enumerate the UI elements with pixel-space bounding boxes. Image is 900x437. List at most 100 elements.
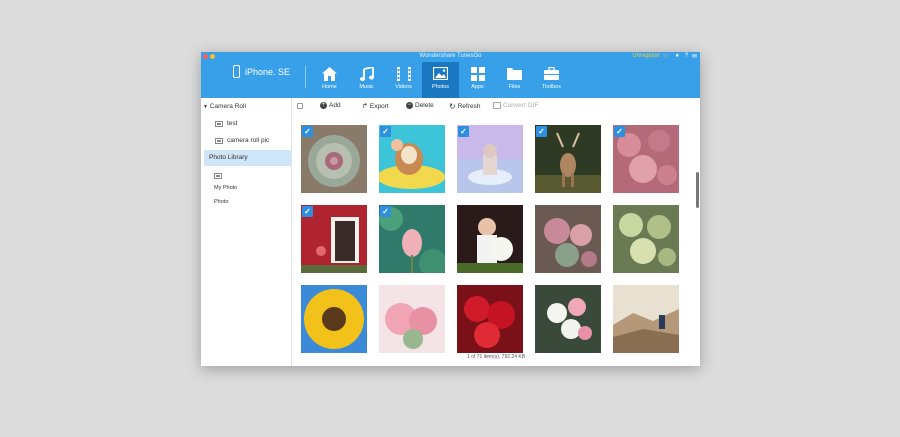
export-button[interactable]: ↱ Export xyxy=(362,102,389,111)
red-roses-image xyxy=(457,285,523,353)
feedback-icon[interactable]: ✉ xyxy=(692,53,697,60)
sidebar-item-camera-roll-pic[interactable]: camera roll pic xyxy=(215,137,269,144)
photo-thumbnail[interactable]: ✓ xyxy=(379,205,445,273)
photo-thumbnail[interactable] xyxy=(535,205,601,273)
disclosure-triangle-icon[interactable]: ▼ xyxy=(203,104,208,110)
photo-thumbnail[interactable] xyxy=(301,285,367,353)
photo-checkbox-checked[interactable]: ✓ xyxy=(536,126,547,137)
photo-checkbox-checked[interactable]: ✓ xyxy=(458,126,469,137)
music-icon xyxy=(359,65,374,82)
sidebar-item-test[interactable]: test xyxy=(215,120,237,127)
photo-thumbnail[interactable]: ✓ xyxy=(301,205,367,273)
pink-roses-image xyxy=(379,285,445,353)
sidebar-item-label: Photo xyxy=(214,199,229,205)
phone-icon xyxy=(233,65,240,78)
sidebar-item-label: test xyxy=(227,120,238,127)
green-succulents-image xyxy=(613,205,679,273)
unregister-link[interactable]: Unregister xyxy=(632,53,660,59)
photo-thumbnail[interactable]: ✓ xyxy=(457,125,523,193)
export-icon: ↱ xyxy=(362,103,368,110)
sidebar-item-label: Photo Library xyxy=(209,154,248,161)
bouquet-image xyxy=(535,285,601,353)
refresh-icon: ↻ xyxy=(449,102,456,111)
device-selector[interactable]: iPhone. SE xyxy=(233,65,290,78)
nav-label: Files xyxy=(508,84,521,90)
nav-toolbox[interactable]: Toolbox xyxy=(533,62,570,98)
scrollbar-thumb[interactable] xyxy=(696,172,699,208)
hiker-image xyxy=(613,285,679,353)
add-icon: + xyxy=(320,102,327,109)
photo-thumbnail[interactable] xyxy=(457,285,523,353)
photo-thumbnail[interactable] xyxy=(535,285,601,353)
sidebar-item-photo-library[interactable]: Photo Library xyxy=(209,154,248,161)
nav-label: Videos xyxy=(395,84,412,90)
videos-icon xyxy=(396,65,411,82)
home-icon xyxy=(322,65,337,82)
nav-home[interactable]: Home xyxy=(311,62,348,98)
nav-label: Toolbox xyxy=(542,84,561,90)
status-bar: 1 of 71 item(s), 792.24 KB xyxy=(466,354,526,360)
photo-thumbnail[interactable]: ✓ xyxy=(379,125,445,193)
nav-files[interactable]: Files xyxy=(496,62,533,98)
app-window: Wondershare TunesGo Unregister 🛒 ● ? ✉ i… xyxy=(201,52,700,366)
toolbar: + Add ↱ Export − Delete ↻ Refresh Conver… xyxy=(292,98,700,115)
sidebar-heading: Camera Roll xyxy=(209,103,246,110)
delete-icon: − xyxy=(406,102,413,109)
user-icon[interactable]: ● xyxy=(675,53,679,59)
nav-label: Photos xyxy=(431,84,450,90)
help-icon[interactable]: ? xyxy=(685,53,688,59)
nav-music[interactable]: Music xyxy=(348,62,385,98)
photo-thumbnail[interactable] xyxy=(379,285,445,353)
photo-checkbox-checked[interactable]: ✓ xyxy=(302,126,313,137)
photo-thumbnail[interactable] xyxy=(613,285,679,353)
photo-thumbnail[interactable] xyxy=(613,205,679,273)
sidebar-item-my-photo[interactable]: My Photo xyxy=(214,185,237,191)
header-bar: Wondershare TunesGo Unregister 🛒 ● ? ✉ i… xyxy=(201,52,700,98)
delete-label: Delete xyxy=(415,102,434,109)
cart-icon[interactable]: 🛒 xyxy=(663,53,670,60)
sidebar-item-label: My Photo xyxy=(214,185,238,191)
add-label: Add xyxy=(329,102,341,109)
export-label: Export xyxy=(369,102,389,110)
photo-checkbox-checked[interactable]: ✓ xyxy=(614,126,625,137)
nav-apps[interactable]: Apps xyxy=(459,62,496,98)
main-nav: Home Music Videos Photos Apps Files Tool… xyxy=(311,62,570,98)
photo-thumbnail[interactable] xyxy=(457,205,523,273)
album-icon xyxy=(214,173,222,179)
succulent-cluster-image xyxy=(535,205,601,273)
sidebar-item-label: camera roll pic xyxy=(227,137,270,144)
select-all-checkbox[interactable] xyxy=(297,103,303,109)
photo-thumbnail[interactable]: ✓ xyxy=(613,125,679,193)
refresh-label: Refresh xyxy=(457,103,481,110)
photo-checkbox-checked[interactable]: ✓ xyxy=(380,206,391,217)
photo-thumbnail[interactable]: ✓ xyxy=(301,125,367,193)
photo-checkbox-checked[interactable]: ✓ xyxy=(380,126,391,137)
files-icon xyxy=(507,65,522,82)
photos-icon xyxy=(433,65,448,82)
nav-label: Home xyxy=(322,84,337,90)
apps-icon xyxy=(470,65,485,82)
sidebar-group-camera-roll[interactable]: ▼ Camera Roll xyxy=(203,103,246,110)
header-divider xyxy=(305,66,306,88)
album-icon xyxy=(215,120,223,127)
gif-icon xyxy=(493,102,501,109)
toolbox-icon xyxy=(544,65,559,82)
girl-with-flowers-image xyxy=(457,205,523,273)
nav-label: Music xyxy=(359,84,374,90)
window-title: Wondershare TunesGo xyxy=(419,53,482,59)
device-name: iPhone. SE xyxy=(245,66,291,77)
add-button[interactable]: + Add xyxy=(320,102,341,109)
nav-label: Apps xyxy=(471,84,484,90)
photo-checkbox-checked[interactable]: ✓ xyxy=(302,206,313,217)
sidebar-item-photo[interactable]: Photo xyxy=(214,199,228,205)
photo-grid: ✓ ✓ ✓ ✓ ✓ ✓ ✓ xyxy=(301,125,691,353)
photo-thumbnail[interactable]: ✓ xyxy=(535,125,601,193)
nav-photos[interactable]: Photos xyxy=(422,62,459,98)
nav-videos[interactable]: Videos xyxy=(385,62,422,98)
sidebar: ▼ Camera Roll test camera roll pic Photo… xyxy=(201,98,292,366)
refresh-button[interactable]: ↻ Refresh xyxy=(449,102,480,111)
delete-button[interactable]: − Delete xyxy=(406,102,434,109)
convert-gif-button[interactable]: Convert GIF xyxy=(493,102,538,109)
sidebar-item-album[interactable] xyxy=(214,173,226,179)
convert-gif-label: Convert GIF xyxy=(503,102,539,109)
